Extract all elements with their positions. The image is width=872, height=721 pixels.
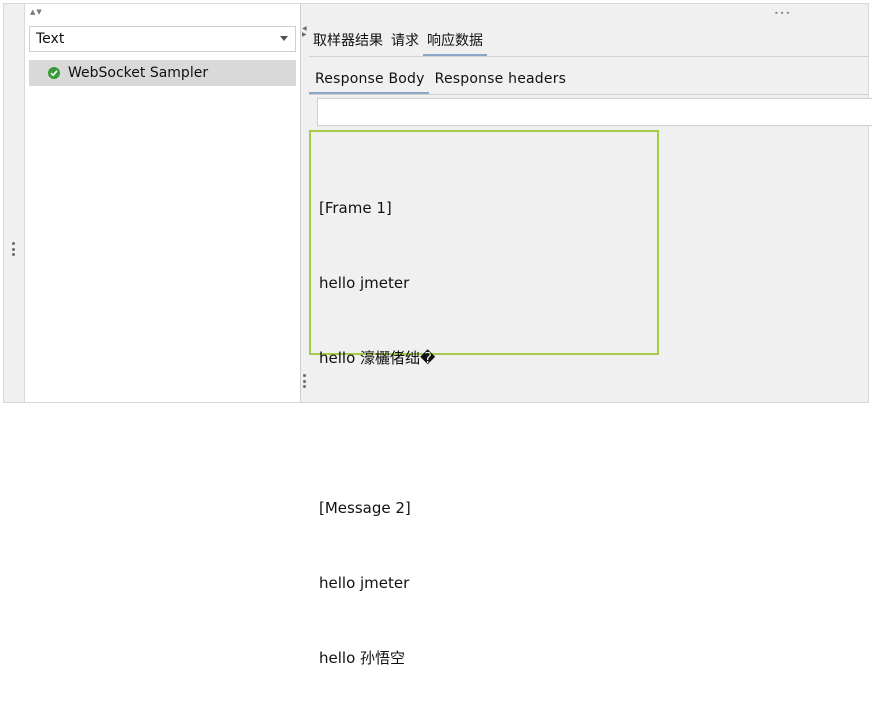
tab-sampler-result[interactable]: 取样器结果 [309, 30, 387, 56]
response-line: hello jmeter [319, 574, 410, 592]
left-drag-handle[interactable] [12, 242, 15, 256]
response-line: hello jmeter [319, 274, 410, 292]
response-body-text[interactable]: [Frame 1] hello jmeter hello 濠欐偖绌� [Mess… [309, 130, 659, 667]
check-shield-icon [48, 67, 60, 79]
collapse-arrows-icon[interactable]: ▲▼ [30, 8, 43, 16]
vertical-splitter[interactable]: ◀ ▶ [301, 4, 309, 402]
renderer-select[interactable]: Text [29, 26, 296, 52]
sampler-tree-item[interactable]: WebSocket Sampler [29, 60, 296, 86]
splitter-arrows-icon[interactable]: ◀ ▶ [302, 26, 307, 38]
renderer-select-value: Text [36, 31, 65, 47]
tab-response-headers[interactable]: Response headers [429, 71, 571, 94]
response-line [319, 421, 657, 446]
more-dots-icon[interactable]: ••• [774, 9, 791, 18]
tab-response-body[interactable]: Response Body [309, 71, 429, 94]
response-line: [Message 2] [319, 499, 411, 517]
sampler-list-panel: ▲▼ Text WebSocket Sampler [25, 4, 301, 402]
response-line: [Frame 1] [319, 199, 392, 217]
response-line: hello 濠欐偖绌� [319, 349, 436, 367]
tab-response-data[interactable]: 响应数据 [423, 30, 487, 56]
left-collapse-strip[interactable] [4, 4, 25, 402]
result-detail-panel: ••• 取样器结果 请求 响应数据 Response Body Response… [309, 4, 872, 667]
sampler-tree-item-label: WebSocket Sampler [68, 65, 209, 81]
splitter-drag-handle[interactable] [303, 374, 306, 388]
response-line: hello 孙悟空 [319, 649, 406, 667]
result-tabs: 取样器结果 请求 响应数据 [309, 28, 868, 57]
chevron-down-icon[interactable] [280, 36, 288, 41]
search-input[interactable] [317, 98, 872, 126]
tab-request[interactable]: 请求 [387, 30, 423, 56]
response-subtabs: Response Body Response headers [309, 62, 868, 95]
results-tree-window: ▲▼ Text WebSocket Sampler ◀ ▶ ••• 取样器结果 请… [3, 3, 872, 667]
